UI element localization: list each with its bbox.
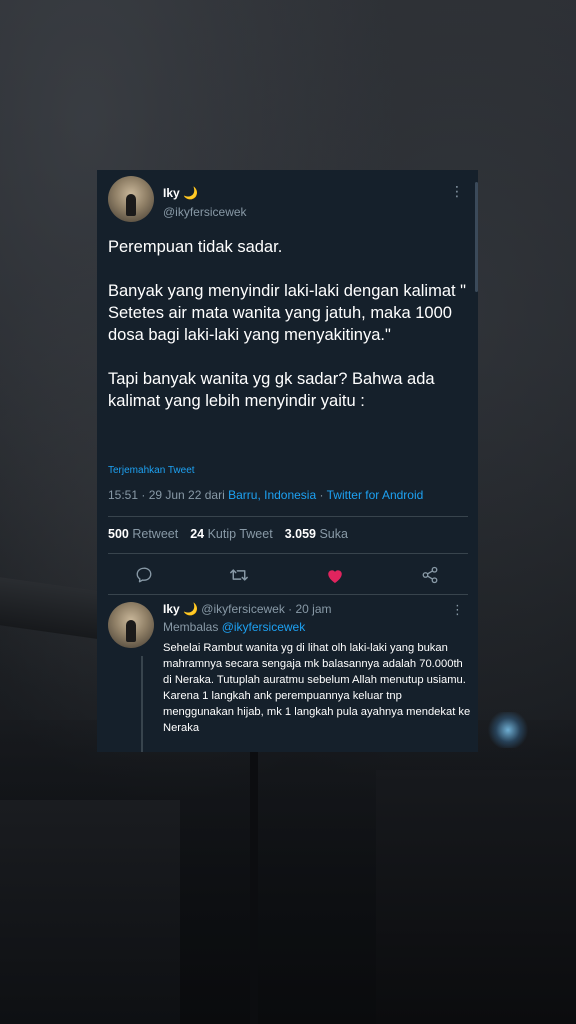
bg-wall-right [376,770,576,1024]
divider [108,594,468,595]
avatar[interactable] [108,176,154,222]
replying-to-link[interactable]: @ikyfersicewek [222,620,306,634]
replying-to: Membalas @ikyfersicewek [163,620,305,634]
tweet-header: Iky 🌙 @ikyfersicewek ⋮ [108,176,468,226]
more-icon[interactable]: ⋮ [451,602,464,618]
reply-text: Sehelai Rambut wanita yg di lihat olh la… [163,642,471,734]
like-stat[interactable]: 3.059 Suka [285,527,348,541]
reply-tweet[interactable]: Iky 🌙 @ikyfersicewek · 20 jam ⋮ Membalas… [108,602,470,752]
scrollbar[interactable] [475,182,478,292]
source-link[interactable]: Twitter for Android [327,488,424,502]
tweet-stats: 500 Retweet 24 Kutip Tweet 3.059 Suka [108,527,348,541]
tweet-meta: 15:51 · 29 Jun 22 dari Barru, Indonesia … [108,488,423,502]
quote-stat[interactable]: 24 Kutip Tweet [190,527,272,541]
location-link[interactable]: Barru, Indonesia [228,488,316,502]
action-bar [108,562,468,588]
replying-prefix: Membalas [163,620,222,634]
more-icon[interactable]: ⋮ [450,184,464,198]
tweet-text: Perempuan tidak sadar. Banyak yang menyi… [108,238,467,410]
reply-header: Iky 🌙 @ikyfersicewek · 20 jam [163,602,332,616]
reply-display-name[interactable]: Iky 🌙 [163,602,198,616]
reply-icon[interactable] [131,562,157,588]
tweet-time: 15:51 · 29 Jun 22 dari [108,488,229,502]
reply-avatar[interactable] [108,602,154,648]
display-name[interactable]: Iky 🌙 [163,186,198,200]
tweet-card: Iky 🌙 @ikyfersicewek ⋮ Perempuan tidak s… [97,170,478,752]
bg-roof [0,577,110,641]
divider [108,516,468,517]
share-icon[interactable] [417,562,443,588]
thread-line [141,656,143,752]
bg-wall-left [0,800,180,1024]
translate-link[interactable]: Terjemahkan Tweet [108,465,195,476]
retweet-stat[interactable]: 500 Retweet [108,527,178,541]
bg-pole [250,740,258,1024]
reply-handle-time: @ikyfersicewek · 20 jam [197,602,332,616]
meta-separator: · [316,488,327,502]
bg-light [488,712,528,748]
user-handle[interactable]: @ikyfersicewek [163,205,247,219]
divider [108,553,468,554]
like-icon[interactable] [322,562,348,588]
retweet-icon[interactable] [226,562,252,588]
